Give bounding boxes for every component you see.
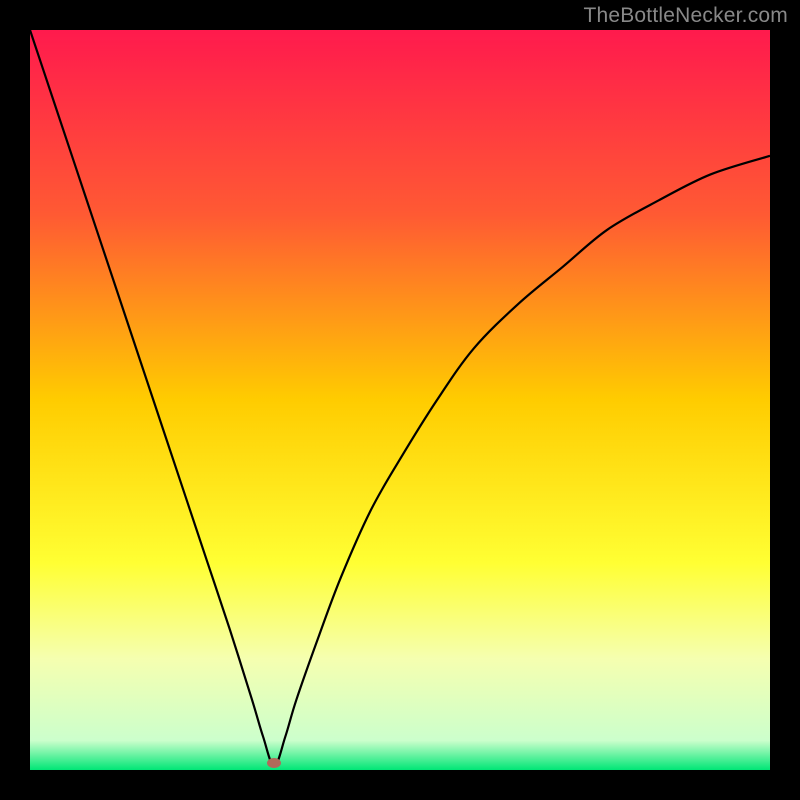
chart-frame: TheBottleNecker.com: [0, 0, 800, 800]
background-gradient: [30, 30, 770, 770]
watermark-text: TheBottleNecker.com: [583, 4, 788, 28]
plot-area: [30, 30, 770, 770]
optimal-point-marker: [267, 758, 281, 768]
